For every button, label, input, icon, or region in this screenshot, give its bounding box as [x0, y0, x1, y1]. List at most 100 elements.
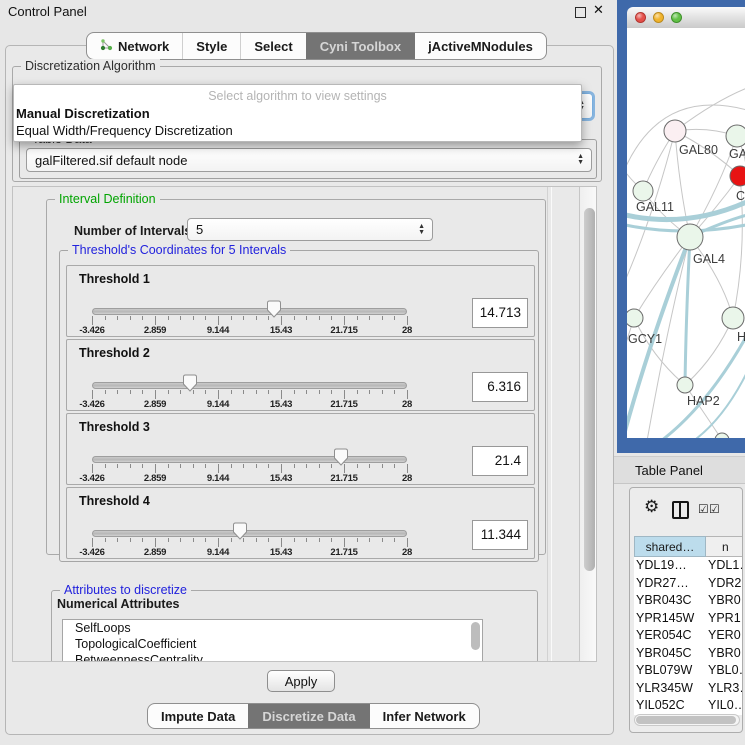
dropdown-option-manual-discretization[interactable]: Manual Discretization: [14, 105, 581, 122]
slider-tick-labels: -3.4262.8599.14415.4321.71528: [92, 325, 407, 337]
tick-mark: [319, 316, 320, 320]
close-light-icon[interactable]: [635, 12, 646, 23]
network-node-gcy1[interactable]: [627, 309, 643, 327]
network-edge[interactable]: [634, 237, 690, 318]
tick-mark: [105, 464, 106, 468]
tab-style[interactable]: Style: [182, 33, 240, 59]
threshold-value-field[interactable]: 14.713: [472, 298, 528, 328]
numerical-attributes-list[interactable]: SelfLoopsTopologicalCoefficientBetweenne…: [62, 619, 483, 662]
vertical-scrollbar-thumb[interactable]: [584, 208, 595, 571]
network-node-hap2[interactable]: [677, 377, 693, 393]
minimize-light-icon[interactable]: [653, 12, 664, 23]
vertical-scrollbar[interactable]: [579, 187, 597, 661]
threshold-slider[interactable]: -3.4262.8599.14415.4321.71528: [92, 522, 407, 560]
tab-jactivemnodules[interactable]: jActiveMNodules: [414, 33, 546, 59]
table-row[interactable]: YPR145WYPR1…: [634, 610, 743, 628]
tick-mark: [407, 464, 408, 473]
cell-shared-name: YLR345W: [636, 681, 693, 695]
tab-cyni-toolbox[interactable]: Cyni Toolbox: [306, 33, 414, 59]
slider-thumb[interactable]: [333, 448, 349, 466]
threshold-slider[interactable]: -3.4262.8599.14415.4321.71528: [92, 448, 407, 486]
horizontal-scrollbar[interactable]: [634, 714, 740, 726]
table-row[interactable]: YDR27…YDR2…: [634, 575, 743, 593]
threshold-slider[interactable]: -3.4262.8599.14415.4321.71528: [92, 374, 407, 412]
column-header-name[interactable]: n: [706, 536, 743, 557]
network-edge[interactable]: [685, 237, 690, 385]
slider-track[interactable]: [92, 456, 407, 463]
table-data-combobox[interactable]: galFiltered.sif default node ▲▼: [26, 148, 592, 172]
dropdown-option-equal-width-frequency-discretization[interactable]: Equal Width/Frequency Discretization: [14, 122, 581, 139]
horizontal-scrollbar-thumb[interactable]: [636, 716, 736, 724]
network-node-ga[interactable]: [726, 125, 745, 147]
table-row[interactable]: YLR345W YLR3…: [634, 680, 743, 698]
tick-mark: [92, 538, 93, 547]
list-item[interactable]: TopologicalCoefficient: [63, 636, 482, 652]
list-item[interactable]: BetweennessCentrality: [63, 652, 482, 662]
slider-thumb[interactable]: [182, 374, 198, 392]
thresholds-group: Threshold's Coordinates for 5 Intervals …: [59, 250, 539, 562]
network-window-titlebar[interactable]: [627, 7, 745, 29]
tick-mark: [306, 390, 307, 394]
checkbox-icon[interactable]: ☑: [698, 503, 709, 515]
network-node-gal80[interactable]: [664, 120, 686, 142]
interval-definition-title: Interval Definition: [55, 192, 160, 207]
gear-icon[interactable]: ⚙: [644, 497, 659, 517]
number-of-intervals-combobox[interactable]: 5 ▲▼: [187, 218, 433, 241]
tick-mark: [294, 538, 295, 542]
tick-label: 15.43: [270, 325, 292, 336]
slider-thumb[interactable]: [232, 522, 248, 540]
table-row[interactable]: YER054CYER0…: [634, 627, 743, 645]
tab-network[interactable]: Network: [87, 33, 182, 59]
list-item[interactable]: SelfLoops: [63, 620, 482, 636]
threshold-slider[interactable]: -3.4262.8599.14415.4321.71528: [92, 300, 407, 338]
network-edge[interactable]: [690, 237, 733, 318]
tab-infer-network[interactable]: Infer Network: [369, 704, 479, 728]
slider-track[interactable]: [92, 530, 407, 537]
list-scrollbar[interactable]: [471, 622, 480, 650]
slider-track[interactable]: [92, 382, 407, 389]
network-canvas[interactable]: GAL80GACGAL11GAL4GCY1HHAP2: [627, 28, 745, 438]
checkbox-icon[interactable]: ☑: [709, 503, 720, 515]
tick-mark: [130, 538, 131, 542]
slider-tick-labels: -3.4262.8599.14415.4321.71528: [92, 473, 407, 485]
table-row[interactable]: YBR045CYBR0…: [634, 645, 743, 663]
tab-impute-data[interactable]: Impute Data: [148, 704, 248, 728]
tick-label: 28: [402, 547, 412, 558]
network-node-gal4[interactable]: [677, 224, 703, 250]
network-edge[interactable]: [675, 88, 745, 131]
slider-track[interactable]: [92, 308, 407, 315]
tick-mark: [344, 390, 345, 399]
tab-select[interactable]: Select: [240, 33, 305, 59]
threshold-value-field[interactable]: 6.316: [472, 372, 528, 402]
tab-discretize-data[interactable]: Discretize Data: [248, 704, 368, 728]
table-row[interactable]: YBL079WYBL0…: [634, 662, 743, 680]
apply-button[interactable]: Apply: [267, 670, 335, 692]
tick-mark: [369, 390, 370, 394]
tick-mark: [306, 464, 307, 468]
cell-name: YLR3…: [708, 681, 743, 695]
network-edge[interactable]: [685, 385, 722, 438]
tick-mark: [382, 316, 383, 320]
network-node-h[interactable]: [722, 307, 744, 329]
table-row[interactable]: YBR043CYBR0…: [634, 592, 743, 610]
threshold-value-field[interactable]: 11.344: [472, 520, 528, 550]
column-header-shared[interactable]: shared…: [634, 536, 706, 557]
tick-mark: [117, 464, 118, 468]
slider-thumb[interactable]: [266, 300, 282, 318]
table-row[interactable]: YIL052CYIL0…: [634, 697, 743, 715]
scrollpane-edge: [547, 187, 552, 661]
table-row[interactable]: YDL19…YDL1…: [634, 557, 743, 575]
network-edge[interactable]: [685, 318, 733, 385]
tick-mark: [117, 316, 118, 320]
network-node-gal11[interactable]: [633, 181, 653, 201]
close-icon[interactable]: ✕: [593, 2, 604, 18]
network-node-label: HAP2: [687, 394, 720, 408]
network-node-c[interactable]: [730, 166, 745, 186]
network-edge[interactable]: [657, 328, 745, 438]
zoom-light-icon[interactable]: [671, 12, 682, 23]
threshold-value-field[interactable]: 21.4: [472, 446, 528, 476]
columns-icon[interactable]: [672, 501, 689, 519]
network-node[interactable]: [715, 433, 729, 438]
float-window-icon[interactable]: [575, 7, 586, 18]
tick-label: 21.715: [330, 473, 357, 484]
